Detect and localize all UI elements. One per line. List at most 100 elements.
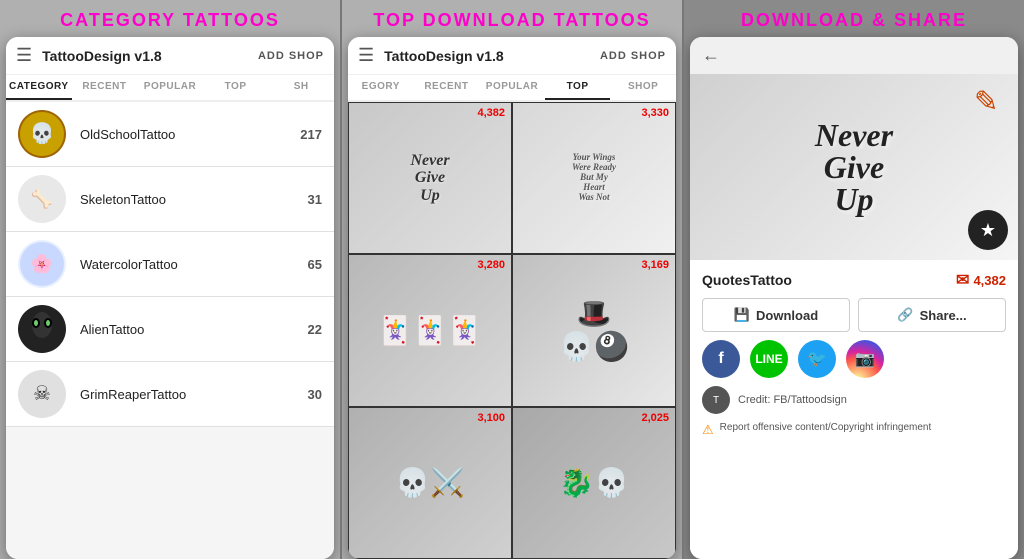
list-item[interactable]: 💀 OldSchoolTattoo 217 [6,102,334,167]
hamburger-icon-1[interactable]: ☰ [16,45,32,66]
svg-text:☠: ☠ [33,383,51,405]
category-name-grimreaper: GrimReaperTattoo [80,387,308,402]
category-thumb-alien [18,305,66,353]
list-item[interactable]: 🌸 WatercolorTattoo 65 [6,232,334,297]
hamburger-icon-2[interactable]: ☰ [358,45,374,66]
category-thumb-skeleton: 🦴 [18,175,66,223]
grid-cell-bg-2: Your WingsWere ReadyBut MyHeartWas Not [513,103,675,253]
twitter-button[interactable]: 🐦 [798,340,836,378]
tab-egory-2[interactable]: EGORY [348,75,414,100]
tab-popular-2[interactable]: POPULAR [479,75,545,100]
credit-avatar: T [702,386,730,414]
svg-text:🌸: 🌸 [31,253,53,274]
download-count-6: 2,025 [641,412,669,424]
share-label: Share... [920,308,967,323]
tattoo-icon-5: 💀⚔️ [395,466,465,499]
tattoo-text-1: NeverGiveUp [410,152,449,205]
share-icon: 🔗 [897,307,913,323]
download-icon: 💾 [734,307,750,323]
download-button[interactable]: 💾 Download [702,298,850,332]
action-row: 💾 Download 🔗 Share... [702,298,1006,332]
tab-shop-2[interactable]: SHOP [610,75,676,100]
tab-bar-2: EGORY RECENT POPULAR TOP SHOP [348,75,676,102]
grid-cell-1[interactable]: NeverGiveUp 4,382 [348,102,512,254]
report-row: ⚠ Report offensive content/Copyright inf… [702,422,1006,438]
phone-3: ← ✏ NeverGiveUp ★ QuotesTattoo ✉ 4,382 💾 [690,37,1018,559]
tattoo-text-2: Your WingsWere ReadyBut MyHeartWas Not [572,153,616,202]
category-name-alien: AlienTattoo [80,322,308,337]
grid-cell-4[interactable]: 🎩💀🎱 3,169 [512,254,676,406]
grid-row-2: 🃏🃏🃏 3,280 🎩💀🎱 3,169 [348,254,676,406]
grid-cell-6[interactable]: 🐉💀 2,025 [512,407,676,559]
info-area: QuotesTattoo ✉ 4,382 💾 Download 🔗 Share.… [690,260,1018,559]
grid-cell-bg-3: 🃏🃏🃏 [349,255,511,405]
category-count-alien: 22 [308,322,322,337]
panel-top-download: TOP DOWNLOAD TATTOOS ☰ TattooDesign v1.8… [342,0,682,559]
app-bar-2: ☰ TattooDesign v1.8 ADD SHOP [348,37,676,75]
grid-cell-bg-1: NeverGiveUp [349,103,511,253]
category-thumb-watercolor: 🌸 [18,240,66,288]
add-shop-button-2[interactable]: ADD SHOP [600,50,666,62]
item-title: QuotesTattoo [702,272,792,288]
svg-text:💀: 💀 [30,121,55,145]
download-share-view: ← ✏ NeverGiveUp ★ QuotesTattoo ✉ 4,382 💾 [690,37,1018,559]
grid-cell-2[interactable]: Your WingsWere ReadyBut MyHeartWas Not 3… [512,102,676,254]
tattoo-image-area: ✏ NeverGiveUp ★ [690,74,1018,260]
grid-cell-bg-5: 💀⚔️ [349,408,511,558]
phone-2: ☰ TattooDesign v1.8 ADD SHOP EGORY RECEN… [348,37,676,559]
download-count-3: 3,280 [477,259,505,271]
grid-cell-bg-6: 🐉💀 [513,408,675,558]
svg-text:🦴: 🦴 [31,188,53,209]
category-thumb-grimreaper: ☠ [18,370,66,418]
category-thumb-oldschool: 💀 [18,110,66,158]
social-row: f LINE 🐦 📷 [702,340,1006,378]
tab-bar-1: CATEGORY RECENT POPULAR TOP SH [6,75,334,102]
phone-1: ☰ TattooDesign v1.8 ADD SHOP CATEGORY RE… [6,37,334,559]
category-count-grimreaper: 30 [308,387,322,402]
panel1-title: CATEGORY TATTOOS [0,0,340,37]
warning-icon: ⚠ [702,422,714,438]
download-count-2: 3,330 [641,107,669,119]
tattoo-icon-4: 🎩💀🎱 [559,297,629,363]
category-count-oldschool: 217 [300,127,322,142]
report-text: Report offensive content/Copyright infri… [720,422,932,433]
tab-category-1[interactable]: CATEGORY [6,75,72,100]
envelope-icon: ✉ [956,270,969,290]
download-count-5: 3,100 [477,412,505,424]
panel2-title: TOP DOWNLOAD TATTOOS [342,0,682,37]
tattoo-icon-6: 🐉💀 [559,466,629,499]
category-count-skeleton: 31 [308,192,322,207]
facebook-button[interactable]: f [702,340,740,378]
pencil-icon: ✏ [964,80,1007,123]
add-shop-button-1[interactable]: ADD SHOP [258,50,324,62]
tab-recent-1[interactable]: RECENT [72,75,138,100]
category-name-oldschool: OldSchoolTattoo [80,127,300,142]
download-count-1: 4,382 [477,107,505,119]
top-download-grid: NeverGiveUp 4,382 Your WingsWere ReadyBu… [348,102,676,559]
tab-top-2[interactable]: TOP [545,75,611,100]
tab-popular-1[interactable]: POPULAR [137,75,203,100]
tab-sh-1[interactable]: SH [268,75,334,100]
back-bar: ← [690,37,1018,74]
tab-recent-2[interactable]: RECENT [414,75,480,100]
download-count-badge: ✉ 4,382 [956,270,1006,290]
list-item[interactable]: AlienTattoo 22 [6,297,334,362]
app-bar-1: ☰ TattooDesign v1.8 ADD SHOP [6,37,334,75]
favorite-button[interactable]: ★ [968,210,1008,250]
credit-row: T Credit: FB/Tattoodsign [702,386,1006,414]
back-button[interactable]: ← [702,45,720,66]
grid-cell-3[interactable]: 🃏🃏🃏 3,280 [348,254,512,406]
download-count-value: 4,382 [973,273,1006,288]
grid-cell-bg-4: 🎩💀🎱 [513,255,675,405]
tab-top-1[interactable]: TOP [203,75,269,100]
list-item[interactable]: ☠ GrimReaperTattoo 30 [6,362,334,427]
title-row: QuotesTattoo ✉ 4,382 [702,270,1006,290]
list-item[interactable]: 🦴 SkeletonTattoo 31 [6,167,334,232]
share-button[interactable]: 🔗 Share... [858,298,1006,332]
line-button[interactable]: LINE [750,340,788,378]
tattoo-icon-3: 🃏🃏🃏 [378,314,483,347]
grid-cell-5[interactable]: 💀⚔️ 3,100 [348,407,512,559]
credit-text: Credit: FB/Tattoodsign [738,394,847,406]
instagram-button[interactable]: 📷 [846,340,884,378]
panel-download-share: DOWNLOAD & SHARE ← ✏ NeverGiveUp ★ Quote… [684,0,1024,559]
